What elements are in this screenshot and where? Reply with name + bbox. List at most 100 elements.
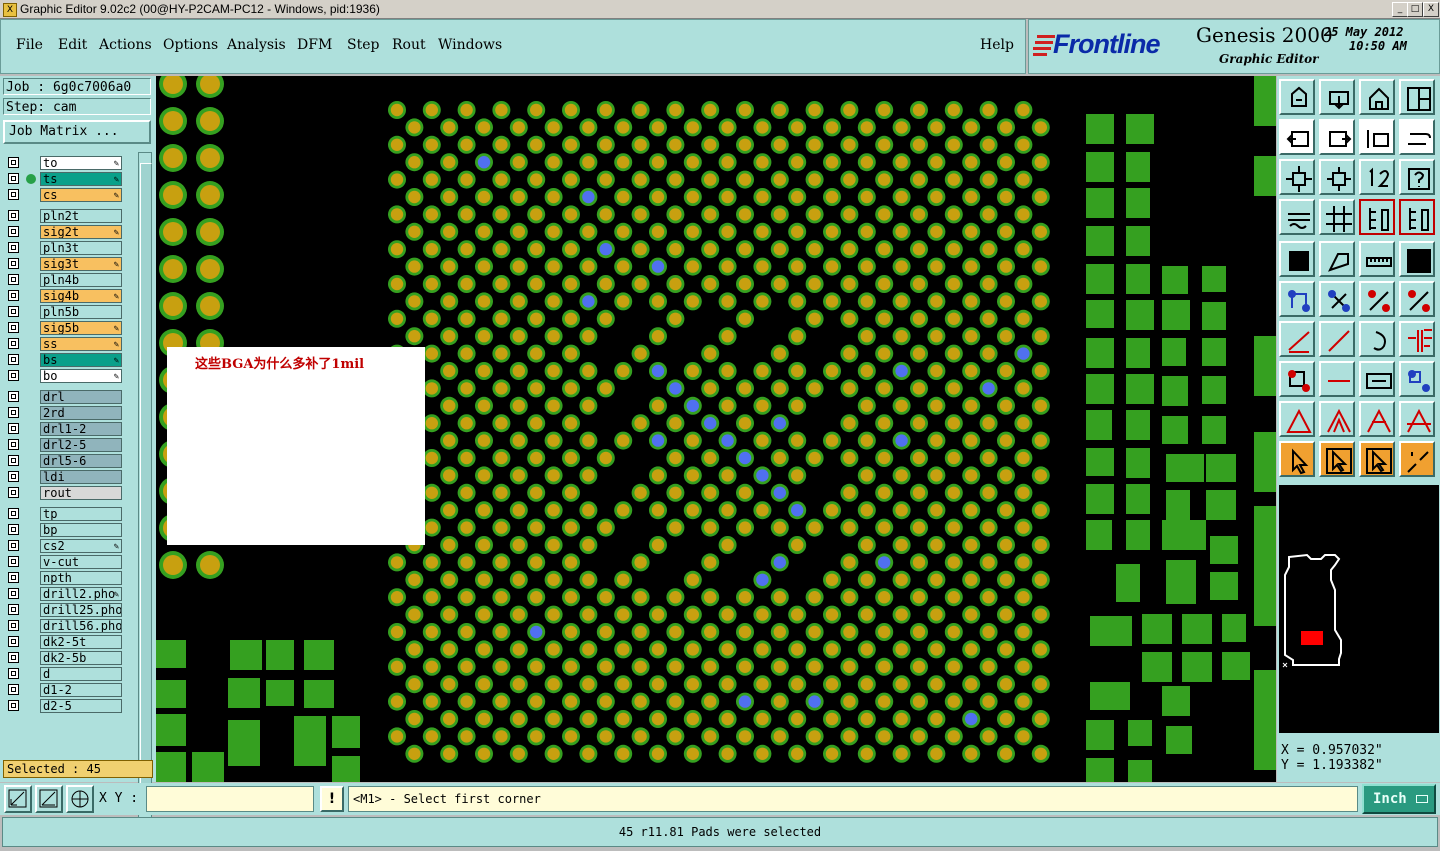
layer-visibility-checkbox[interactable] bbox=[8, 604, 19, 615]
layer-visibility-checkbox[interactable] bbox=[8, 668, 19, 679]
layer-visibility-checkbox[interactable] bbox=[8, 556, 19, 567]
maximize-button[interactable]: □ bbox=[1407, 2, 1423, 17]
tool-grid-button[interactable] bbox=[1319, 199, 1355, 235]
layer-visibility-checkbox[interactable] bbox=[8, 391, 19, 402]
tool-zoom-back-button[interactable] bbox=[1319, 79, 1355, 115]
layer-row[interactable]: dk2-5b bbox=[4, 651, 126, 665]
tool-triangle-c-button[interactable] bbox=[1359, 401, 1395, 437]
layer-row[interactable]: drill56.pho bbox=[4, 619, 126, 633]
layer-visibility-checkbox[interactable] bbox=[8, 290, 19, 301]
layer-visibility-checkbox[interactable] bbox=[8, 620, 19, 631]
layer-name[interactable]: pln2t bbox=[40, 209, 122, 223]
layer-row[interactable]: ldi bbox=[4, 470, 126, 484]
layer-row[interactable]: drill2.pho ✎ bbox=[4, 587, 126, 601]
layer-name[interactable]: 2rd bbox=[40, 406, 122, 420]
layer-visibility-checkbox[interactable] bbox=[8, 338, 19, 349]
tool-select-point-button[interactable] bbox=[1279, 361, 1315, 397]
layer-visibility-checkbox[interactable] bbox=[8, 487, 19, 498]
grid-snap-button[interactable] bbox=[66, 785, 94, 813]
layer-visibility-checkbox[interactable] bbox=[8, 274, 19, 285]
layer-row[interactable]: drl2-5 bbox=[4, 438, 126, 452]
tool-fit-profile-button[interactable] bbox=[1319, 159, 1355, 195]
tool-triangle-d-button[interactable] bbox=[1399, 401, 1435, 437]
tool-split-button[interactable] bbox=[1399, 321, 1435, 357]
close-button[interactable]: X bbox=[1423, 2, 1439, 17]
layer-name[interactable]: npth bbox=[40, 571, 122, 585]
menu-analysis[interactable]: Analysis bbox=[227, 37, 286, 53]
layer-row[interactable]: v-cut bbox=[4, 555, 126, 569]
layer-visibility-checkbox[interactable] bbox=[8, 322, 19, 333]
layer-visibility-checkbox[interactable] bbox=[8, 157, 19, 168]
layer-name[interactable]: bs ✎ bbox=[40, 353, 122, 367]
layer-visibility-checkbox[interactable] bbox=[8, 588, 19, 599]
layer-name[interactable]: sig5b ✎ bbox=[40, 321, 122, 335]
layer-visibility-checkbox[interactable] bbox=[8, 306, 19, 317]
layer-name[interactable]: pln5b bbox=[40, 305, 122, 319]
menu-file[interactable]: File bbox=[16, 37, 43, 53]
layer-row[interactable]: d2-5 bbox=[4, 699, 126, 713]
tool-pad-button[interactable] bbox=[1279, 241, 1315, 277]
overview-map[interactable] bbox=[1279, 485, 1439, 733]
layer-visibility-checkbox[interactable] bbox=[8, 370, 19, 381]
menu-edit[interactable]: Edit bbox=[58, 37, 87, 53]
tool-undo-zoom-button[interactable] bbox=[1359, 119, 1395, 155]
layer-row[interactable]: pln4b bbox=[4, 273, 126, 287]
layer-row[interactable]: drl5-6 bbox=[4, 454, 126, 468]
layer-visibility-checkbox[interactable] bbox=[8, 636, 19, 647]
layer-name[interactable]: pln4b bbox=[40, 273, 122, 287]
tool-zoom-home-button[interactable] bbox=[1279, 79, 1315, 115]
warning-button[interactable]: ! bbox=[320, 786, 344, 812]
layer-name[interactable]: tp bbox=[40, 507, 122, 521]
angle-mode-button[interactable] bbox=[35, 785, 63, 813]
layer-name[interactable]: to ✎ bbox=[40, 156, 122, 170]
tool-layer-compare-button[interactable] bbox=[1399, 199, 1435, 235]
layer-visibility-checkbox[interactable] bbox=[8, 540, 19, 551]
layer-row[interactable]: ts ✎ bbox=[4, 172, 126, 186]
tool-shape-button[interactable] bbox=[1319, 241, 1355, 277]
tool-line-point-button[interactable] bbox=[1359, 281, 1395, 317]
layer-row[interactable]: pln5b bbox=[4, 305, 126, 319]
layer-row[interactable]: bp bbox=[4, 523, 126, 537]
tool-pan-right-button[interactable] bbox=[1319, 119, 1355, 155]
layer-visibility-checkbox[interactable] bbox=[8, 471, 19, 482]
tool-triangle-a-button[interactable] bbox=[1279, 401, 1315, 437]
layer-name[interactable]: drill2.pho ✎ bbox=[40, 587, 122, 601]
layer-row[interactable]: dk2-5t bbox=[4, 635, 126, 649]
layer-row[interactable]: ss ✎ bbox=[4, 337, 126, 351]
tool-pointer-net-button[interactable] bbox=[1399, 441, 1435, 477]
layer-name[interactable]: ldi bbox=[40, 470, 122, 484]
menu-actions[interactable]: Actions bbox=[99, 37, 152, 53]
layer-visibility-checkbox[interactable] bbox=[8, 407, 19, 418]
layer-visibility-checkbox[interactable] bbox=[8, 455, 19, 466]
minimize-button[interactable]: _ bbox=[1392, 2, 1408, 17]
layer-row[interactable]: sig4b ✎ bbox=[4, 289, 126, 303]
layer-visibility-checkbox[interactable] bbox=[8, 258, 19, 269]
layer-name[interactable]: d bbox=[40, 667, 122, 681]
layer-row[interactable]: pln2t bbox=[4, 209, 126, 223]
layer-visibility-checkbox[interactable] bbox=[8, 439, 19, 450]
layer-row[interactable]: to ✎ bbox=[4, 156, 126, 170]
scrollbar-thumb[interactable] bbox=[140, 163, 152, 815]
tool-pointer-area-button[interactable] bbox=[1359, 441, 1395, 477]
layer-row[interactable]: drl1-2 bbox=[4, 422, 126, 436]
layer-visibility-checkbox[interactable] bbox=[8, 700, 19, 711]
layer-row[interactable]: 2rd bbox=[4, 406, 126, 420]
layer-visibility-checkbox[interactable] bbox=[8, 508, 19, 519]
tool-pointer-select-button[interactable] bbox=[1319, 441, 1355, 477]
layer-name[interactable]: ts ✎ bbox=[40, 172, 122, 186]
tool-home-button[interactable] bbox=[1359, 79, 1395, 115]
layer-name[interactable]: bo ✎ bbox=[40, 369, 122, 383]
layer-visibility-checkbox[interactable] bbox=[8, 354, 19, 365]
layer-visibility-checkbox[interactable] bbox=[8, 423, 19, 434]
layer-name[interactable]: pln3t bbox=[40, 241, 122, 255]
layer-name[interactable]: cs ✎ bbox=[40, 188, 122, 202]
layer-list-scrollbar[interactable] bbox=[138, 152, 152, 830]
tool-measure-button[interactable] bbox=[1359, 241, 1395, 277]
layer-name[interactable]: drl bbox=[40, 390, 122, 404]
layer-visibility-checkbox[interactable] bbox=[8, 189, 19, 200]
layer-row[interactable]: rout bbox=[4, 486, 126, 500]
layer-row[interactable]: tp bbox=[4, 507, 126, 521]
layer-visibility-checkbox[interactable] bbox=[8, 684, 19, 695]
menu-step[interactable]: Step bbox=[347, 37, 379, 53]
tool-layer-display-button[interactable] bbox=[1359, 199, 1395, 235]
